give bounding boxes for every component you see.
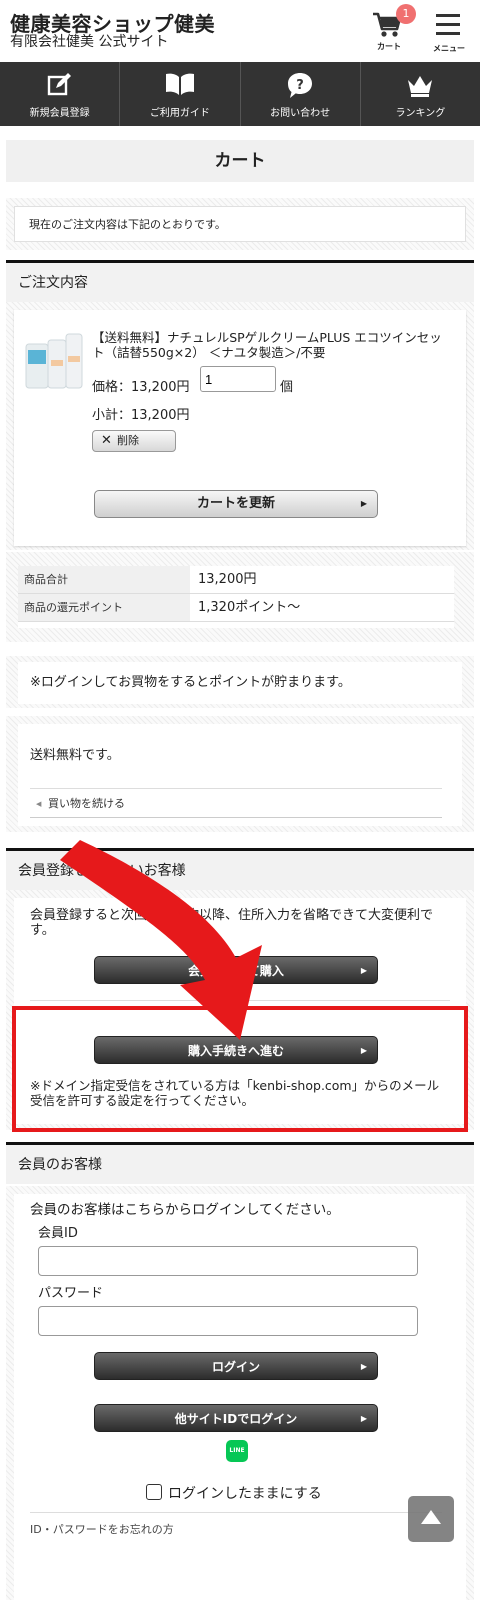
totals-label: 商品合計 bbox=[18, 566, 190, 593]
line-login-icon[interactable]: LINE bbox=[226, 1440, 248, 1462]
quantity-input[interactable] bbox=[200, 366, 276, 392]
other-site-login-label: 他サイトIDでログイン bbox=[174, 1412, 298, 1426]
login-label: ログイン bbox=[211, 1360, 260, 1374]
svg-text:?: ? bbox=[296, 78, 304, 93]
pencil-icon bbox=[47, 73, 71, 96]
cart-button[interactable]: 1 カート bbox=[368, 4, 416, 54]
totals-label: 商品の還元ポイント bbox=[18, 594, 190, 621]
continue-shopping-link[interactable]: ◀ 買い物を続ける bbox=[30, 788, 442, 818]
point-note: ※ログインしてお買物をするとポイントが貯まります。 bbox=[18, 662, 462, 704]
password-input[interactable] bbox=[38, 1306, 418, 1336]
table-row: 商品の還元ポイント 1,320ポイント〜 bbox=[18, 594, 454, 622]
page-top-button[interactable] bbox=[408, 1496, 454, 1542]
book-icon bbox=[165, 73, 194, 95]
update-cart-label: カートを更新 bbox=[196, 496, 275, 511]
other-site-login-button[interactable]: 他サイトIDでログイン ▶ bbox=[94, 1404, 378, 1432]
nav-item-register[interactable]: 新規会員登録 bbox=[0, 62, 121, 126]
nav-item-guide[interactable]: ご利用ガイド bbox=[120, 62, 241, 126]
cart-label: カート bbox=[377, 42, 401, 51]
nav-item-contact[interactable]: ? お問い合わせ bbox=[241, 62, 361, 126]
product-thumbnail-icon bbox=[25, 333, 83, 389]
order-heading: ご注文内容 bbox=[6, 260, 474, 302]
member-description: 会員のお客様はこちらからログインしてください。 bbox=[30, 1202, 340, 1218]
triangle-right-icon: ▶ bbox=[360, 1414, 367, 1423]
triangle-left-icon: ◀ bbox=[36, 800, 42, 808]
delete-button[interactable]: ✕ 削除 bbox=[92, 430, 176, 452]
table-row: 商品合計 13,200円 bbox=[18, 566, 454, 594]
keep-login-checkbox[interactable] bbox=[146, 1484, 162, 1500]
nav-item-label: ご利用ガイド bbox=[149, 108, 210, 119]
product-price: 価格：13,200円 bbox=[92, 380, 190, 395]
password-label: パスワード bbox=[38, 1286, 104, 1301]
login-button[interactable]: ログイン ▶ bbox=[94, 1352, 378, 1380]
forgot-password-link[interactable]: ID・パスワードをお忘れの方 bbox=[30, 1512, 442, 1542]
nav-item-ranking[interactable]: ランキング bbox=[361, 62, 480, 126]
close-icon: ✕ bbox=[101, 433, 112, 448]
nav-item-label: 新規会員登録 bbox=[29, 108, 90, 119]
arrow-up-icon bbox=[421, 1510, 441, 1524]
site-subtitle: 有限会社健美 公式サイト bbox=[10, 34, 169, 50]
member-heading: 会員のお客様 bbox=[6, 1142, 474, 1184]
nav-item-label: お問い合わせ bbox=[270, 108, 331, 119]
intro-text: 現在のご注文内容は下記のとおりです。 bbox=[14, 206, 466, 242]
product-image[interactable] bbox=[24, 330, 84, 390]
red-arrow-icon bbox=[60, 840, 262, 1040]
member-id-label: 会員ID bbox=[38, 1226, 78, 1241]
nav-item-label: ランキング bbox=[395, 108, 446, 119]
product-name-link[interactable]: 【送料無料】ナチュレルSPゲルクリームPLUS エコツインセット（詰替550g×… bbox=[92, 330, 442, 360]
cart-count-badge: 1 bbox=[396, 4, 416, 24]
delete-button-label: 削除 bbox=[117, 434, 139, 447]
totals-value: 13,200円 bbox=[198, 572, 257, 587]
triangle-right-icon: ▶ bbox=[360, 1362, 367, 1371]
menu-label: メニュー bbox=[433, 44, 465, 53]
hamburger-icon-bar bbox=[436, 32, 460, 35]
totals-value: 1,320ポイント〜 bbox=[198, 600, 301, 615]
continue-shopping-label: 買い物を続ける bbox=[48, 797, 125, 810]
product-subtotal: 小計：13,200円 bbox=[92, 408, 190, 423]
page-title: カート bbox=[6, 140, 474, 182]
crown-icon bbox=[408, 76, 433, 97]
shipping-text: 送料無料です。 bbox=[30, 748, 120, 763]
triangle-right-icon: ▶ bbox=[360, 499, 367, 508]
quantity-unit: 個 bbox=[280, 380, 294, 395]
update-cart-button[interactable]: カートを更新 ▶ bbox=[94, 490, 378, 518]
totals-table: 商品合計 13,200円 商品の還元ポイント 1,320ポイント〜 bbox=[18, 566, 454, 628]
member-id-input[interactable] bbox=[38, 1246, 418, 1276]
menu-button[interactable]: メニュー bbox=[428, 10, 470, 54]
question-bubble-icon: ? bbox=[288, 73, 313, 98]
nav-bar: 新規会員登録 ご利用ガイド ? お問い合わせ ランキング bbox=[0, 62, 480, 126]
hamburger-icon bbox=[436, 14, 460, 17]
hamburger-icon-bar bbox=[436, 23, 460, 26]
keep-login-label[interactable]: ログインしたままにする bbox=[168, 1483, 322, 1503]
